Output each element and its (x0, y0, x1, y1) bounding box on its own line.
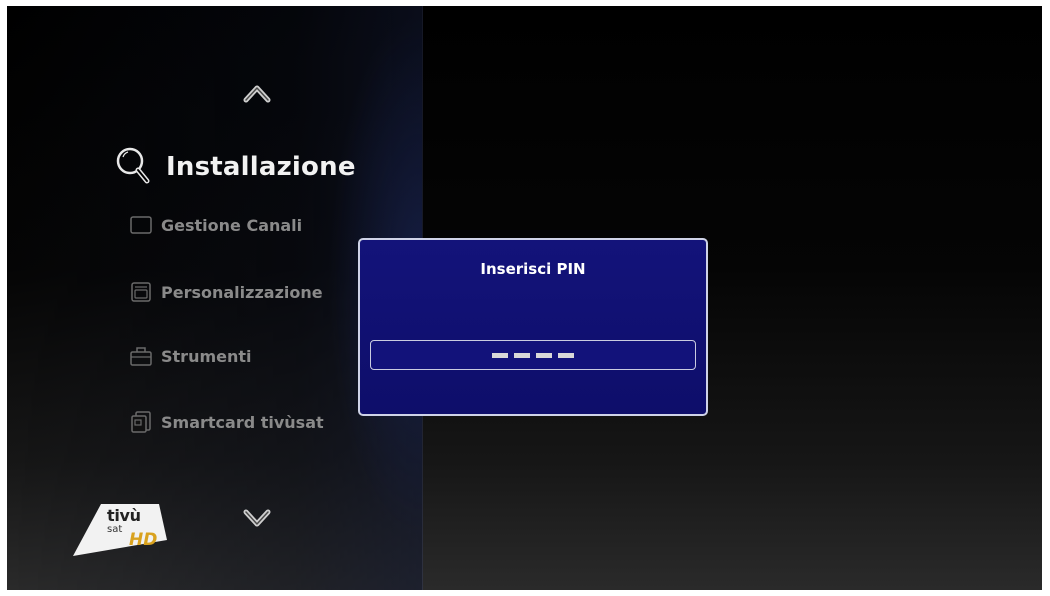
menu-item-label: Personalizzazione (161, 282, 323, 302)
logo-subtext: sat (107, 524, 123, 535)
pin-mask-digit (558, 352, 574, 358)
search-icon (114, 145, 154, 189)
menu-title: Installazione (166, 152, 356, 182)
menu-item-strumenti[interactable]: Strumenti (129, 342, 252, 370)
pin-dialog: Inserisci PIN (358, 238, 708, 416)
channel-box-icon (129, 213, 153, 237)
customize-icon (129, 280, 153, 304)
tivusat-hd-logo: tivù sat HD (71, 500, 181, 562)
pin-mask-digit (536, 352, 552, 358)
chevron-down-icon[interactable] (243, 503, 271, 531)
menu-item-gestione-canali[interactable]: Gestione Canali (129, 211, 302, 239)
toolbox-icon (129, 344, 153, 368)
pin-mask-digit (492, 352, 508, 358)
menu-item-label: Gestione Canali (161, 215, 303, 235)
menu-item-smartcard[interactable]: Smartcard tivùsat (129, 408, 324, 436)
menu-item-label: Smartcard tivùsat (161, 412, 324, 432)
logo-hd-badge: HD (129, 530, 158, 550)
smartcard-icon (129, 410, 153, 434)
menu-header: Installazione (114, 145, 356, 189)
logo-text: tivù (107, 506, 141, 525)
dialog-title: Inserisci PIN (480, 260, 586, 278)
tv-screen: Installazione Gestione Canali Personaliz… (7, 6, 1042, 590)
menu-item-personalizzazione[interactable]: Personalizzazione (129, 278, 323, 306)
pin-mask-digit (514, 352, 530, 358)
chevron-up-icon[interactable] (243, 80, 271, 108)
pin-input[interactable] (370, 340, 696, 370)
menu-item-label: Strumenti (161, 346, 252, 366)
